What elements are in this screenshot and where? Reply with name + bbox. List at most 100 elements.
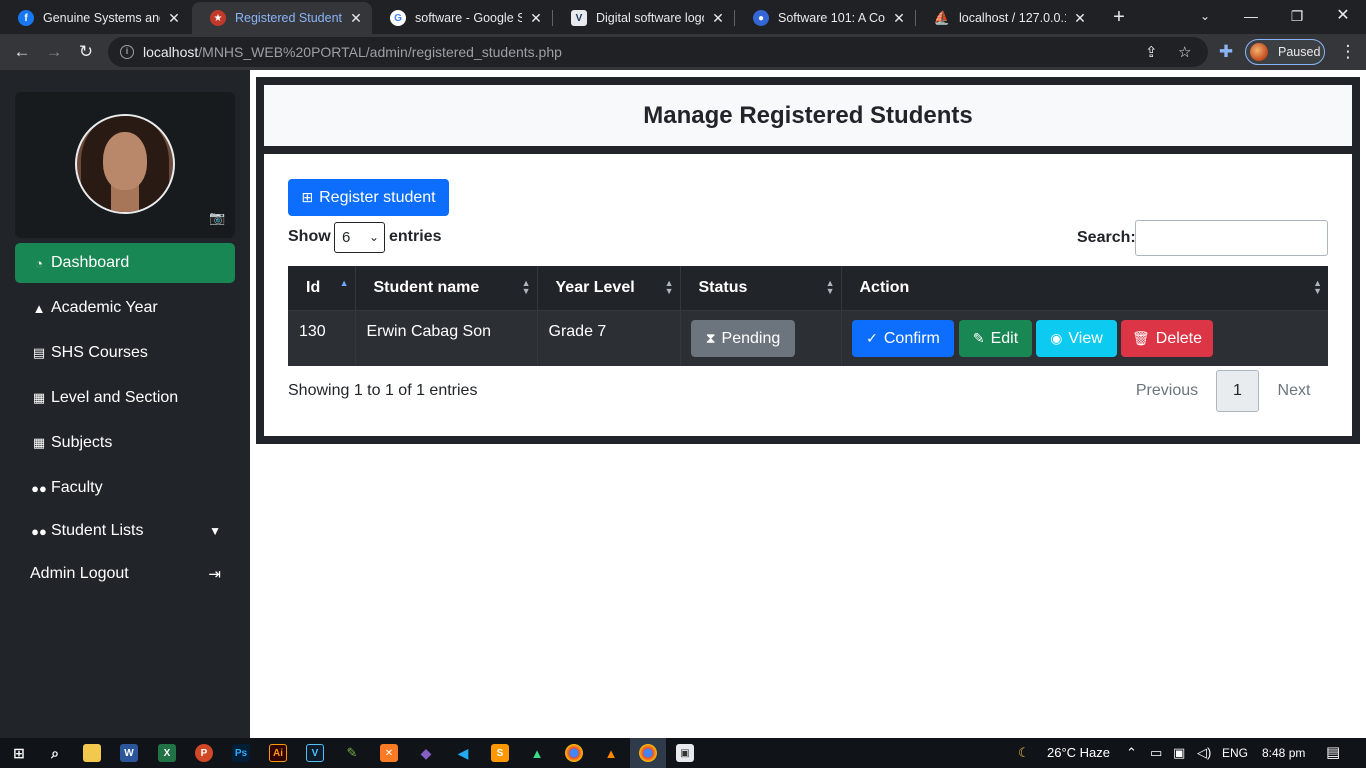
- search-input[interactable]: [1135, 220, 1328, 256]
- tab-facebook[interactable]: f Genuine Systems and ✕: [0, 2, 190, 34]
- sidebar-item-shs-courses[interactable]: ▤ SHS Courses: [15, 333, 235, 373]
- chevron-down-icon: ⌄: [368, 230, 379, 244]
- weather-text[interactable]: 26°C Haze: [1047, 745, 1110, 760]
- plus-square-icon: ⊞: [301, 189, 314, 205]
- profile-button[interactable]: Paused: [1245, 39, 1325, 65]
- entries-per-page-select[interactable]: 6 ⌄: [334, 222, 385, 253]
- close-icon[interactable]: ✕: [1072, 10, 1088, 27]
- logout-icon[interactable]: ⇥: [208, 565, 221, 583]
- tab-google-search[interactable]: G software - Google Sea ✕: [372, 2, 552, 34]
- reload-icon[interactable]: ↻: [74, 40, 98, 64]
- register-student-label: Register student: [319, 188, 436, 206]
- close-window-button[interactable]: ✕: [1320, 0, 1366, 34]
- column-header-id[interactable]: Id ▲: [288, 266, 356, 310]
- pen-tool-icon[interactable]: ✎: [343, 744, 361, 762]
- vector-app-icon[interactable]: V: [306, 744, 324, 762]
- sidebar-item-admin-logout[interactable]: Admin Logout ⇥: [15, 554, 235, 594]
- extensions-puzzle-icon[interactable]: ✚: [1214, 40, 1238, 64]
- address-bar[interactable]: i localhost/MNHS_WEB%20PORTAL/admin/regi…: [108, 37, 1208, 67]
- vscode-icon[interactable]: ◀: [454, 744, 472, 762]
- tab-title: Genuine Systems and: [43, 11, 160, 25]
- volume-icon[interactable]: ◁): [1197, 745, 1211, 761]
- sidebar-item-subjects[interactable]: ▦ Subjects: [15, 423, 235, 463]
- search-label: Search:: [1077, 229, 1136, 246]
- confirm-button[interactable]: ✓ Confirm: [852, 320, 954, 357]
- language-indicator[interactable]: ENG: [1222, 746, 1248, 760]
- length-prefix: Show: [288, 228, 331, 245]
- sidebar-item-academic-year[interactable]: ▲ Academic Year: [15, 288, 235, 328]
- chevron-up-icon[interactable]: ⌃: [1126, 745, 1137, 761]
- close-icon[interactable]: ✕: [348, 10, 364, 27]
- school-logo-icon: ★: [210, 10, 226, 26]
- tab-registered-students[interactable]: ★ Registered Students | ✕: [192, 2, 372, 34]
- excel-icon[interactable]: X: [158, 744, 176, 762]
- tab-title: Software 101: A Comp: [778, 11, 885, 25]
- delete-button[interactable]: 🗑 Delete: [1121, 320, 1213, 357]
- kebab-menu-icon[interactable]: ⋮: [1336, 40, 1360, 64]
- profile-status: Paused: [1278, 45, 1321, 59]
- site-info-icon[interactable]: i: [120, 45, 134, 59]
- close-icon[interactable]: ✕: [528, 10, 544, 27]
- bookmark-star-icon[interactable]: ☆: [1178, 43, 1191, 61]
- register-student-button[interactable]: ⊞ Register student: [288, 179, 449, 216]
- tab-digital-logo[interactable]: V Digital software logo ✕: [553, 2, 734, 34]
- close-icon[interactable]: ✕: [891, 10, 907, 27]
- battery-icon[interactable]: ▭: [1150, 745, 1162, 761]
- sidebar-item-dashboard[interactable]: ◔ Dashboard: [15, 243, 235, 283]
- minimize-button[interactable]: —: [1228, 0, 1274, 34]
- clock[interactable]: 8:48 pm: [1262, 746, 1305, 760]
- gauge-icon: ◔: [35, 255, 43, 271]
- sublime-text-icon[interactable]: S: [491, 744, 509, 762]
- edit-label: Edit: [990, 329, 1019, 347]
- vlc-icon[interactable]: ▲: [602, 744, 620, 762]
- tab-search-chevron-icon[interactable]: ⌄: [1182, 0, 1228, 34]
- tab-phpmyadmin[interactable]: ⛵ localhost / 127.0.0.1 / ✕: [916, 2, 1096, 34]
- column-header-student-name[interactable]: Student name ▲ ▼: [355, 266, 538, 310]
- column-header-year-level[interactable]: Year Level ▲ ▼: [537, 266, 681, 310]
- illustrator-icon[interactable]: Ai: [269, 744, 287, 762]
- column-header-action[interactable]: Action ▲ ▼: [841, 266, 1328, 310]
- android-studio-icon[interactable]: ▲: [528, 744, 546, 762]
- chrome-active-icon[interactable]: [639, 744, 657, 762]
- sidebar-item-level-and-section[interactable]: ▦ Level and Section: [15, 378, 235, 418]
- caret-down-icon[interactable]: ▼: [209, 524, 221, 538]
- status-badge-pending[interactable]: ⧗ Pending: [691, 320, 795, 357]
- page-title: Manage Registered Students: [643, 101, 973, 129]
- restore-button[interactable]: ❐: [1274, 0, 1320, 34]
- column-label: Action: [859, 278, 910, 296]
- view-label: View: [1068, 329, 1103, 347]
- edit-button[interactable]: ✎ Edit: [959, 320, 1032, 357]
- search-icon[interactable]: ⌕: [46, 744, 64, 762]
- close-icon[interactable]: ✕: [166, 10, 182, 27]
- back-arrow-icon[interactable]: ←: [10, 40, 34, 64]
- photos-icon[interactable]: ▣: [676, 744, 694, 762]
- sidebar-item-faculty[interactable]: ●● Faculty: [15, 468, 235, 508]
- photoshop-icon[interactable]: Ps: [232, 744, 250, 762]
- file-explorer-icon[interactable]: [83, 744, 101, 762]
- tab-software-101[interactable]: ● Software 101: A Comp ✕: [735, 2, 915, 34]
- admin-profile-card: 📷: [15, 92, 235, 238]
- windows-start-icon[interactable]: ⊞: [10, 744, 28, 762]
- new-tab-button[interactable]: +: [1106, 5, 1132, 29]
- visual-studio-icon[interactable]: ◆: [417, 744, 435, 762]
- column-header-status[interactable]: Status ▲ ▼: [680, 266, 842, 310]
- pagination-next[interactable]: Next: [1266, 370, 1322, 412]
- tab-title: Registered Students |: [235, 11, 342, 25]
- pagination-page-1[interactable]: 1: [1216, 370, 1259, 412]
- sidebar-item-label: Faculty: [51, 479, 103, 496]
- word-icon[interactable]: W: [120, 744, 138, 762]
- pagination-previous[interactable]: Previous: [1128, 370, 1206, 412]
- close-icon[interactable]: ✕: [710, 10, 726, 27]
- card-list-icon: ▤: [32, 345, 46, 360]
- notification-icon[interactable]: ▤: [1326, 743, 1340, 761]
- chrome-icon[interactable]: [565, 744, 583, 762]
- sidebar-item-student-lists[interactable]: ●● Student Lists ▼: [15, 511, 235, 551]
- share-icon[interactable]: ⇪: [1145, 43, 1158, 61]
- xampp-icon[interactable]: ✕: [380, 744, 398, 762]
- forward-arrow-icon[interactable]: →: [42, 40, 66, 64]
- powerpoint-icon[interactable]: P: [195, 744, 213, 762]
- cell-id: 130: [288, 309, 356, 366]
- view-button[interactable]: ◉ View: [1036, 320, 1117, 357]
- camera-icon[interactable]: 📷: [209, 211, 225, 224]
- network-icon[interactable]: ▣: [1173, 745, 1185, 761]
